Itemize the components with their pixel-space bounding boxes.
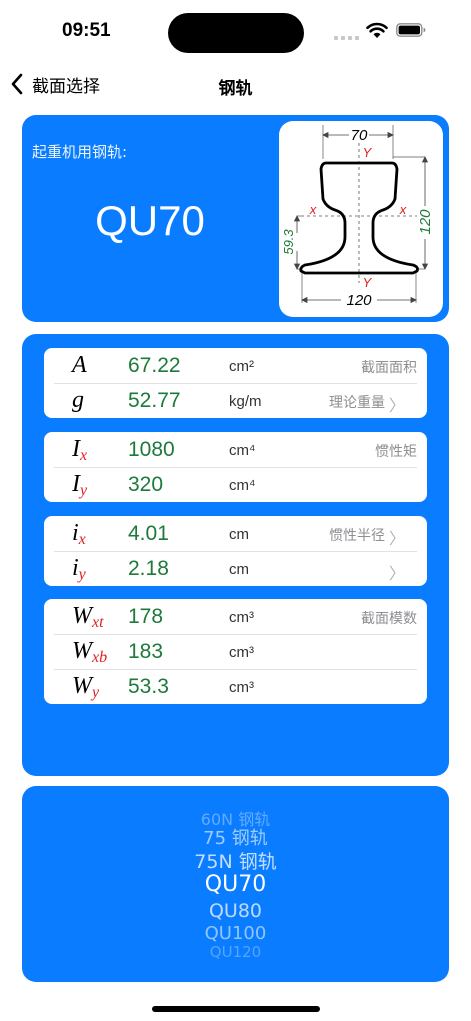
weight-row[interactable]: g 52.77 kg/m 理论重量 〉 [44,383,427,418]
battery-icon [396,23,426,37]
wy-unit: cm³ [229,679,254,696]
radius-of-gyration-group: ix 4.01 cm 惯性半径 〉 iy 2.18 cm 〉 [44,516,427,586]
cellular-signal-icon [334,34,362,40]
ix-unit: cm⁴ [229,442,256,459]
ix-row: Ix 1080 cm⁴ 惯性矩 [44,432,427,467]
wxb-value: 183 [128,640,164,663]
area-weight-group: A 67.22 cm² 截面面积 g 52.77 kg/m 理论重量 〉 [44,348,427,418]
chevron-right-icon: 〉 [388,529,405,548]
weight-unit: kg/m [229,393,262,410]
ix-value: 1080 [128,438,175,461]
weight-value: 52.77 [128,389,181,412]
iy-value: 320 [128,473,164,496]
ry-row[interactable]: iy 2.18 cm 〉 [44,551,427,586]
section-modulus-description: 截面模数 [361,611,417,627]
area-unit: cm² [229,358,254,375]
rail-section-diagram: 70 120 120 59.3 x x Y Y [279,121,443,317]
rx-unit: cm [229,526,249,543]
wxb-symbol: Wxb [72,638,108,666]
picker-option-selected[interactable]: QU70 [22,872,449,897]
area-row: A 67.22 cm² 截面面积 [44,348,427,383]
wy-row: Wy 53.3 cm³ [44,669,427,704]
moment-of-inertia-description: 惯性矩 [375,444,417,460]
rail-profile-drawing: 70 120 120 59.3 x x Y Y [281,125,434,309]
chevron-right-icon: 〉 [388,396,405,415]
iy-unit: cm⁴ [229,477,256,494]
section-modulus-group: Wxt 178 cm³ 截面模数 Wxb 183 cm³ Wy 53.3 cm³ [44,599,427,704]
wy-symbol: Wy [72,673,100,701]
section-header-panel: 起重机用钢轨: QU70 70 120 120 59.3 x x Y Y [22,115,449,322]
iy-symbol: Iy [72,471,88,499]
rx-row[interactable]: ix 4.01 cm 惯性半径 〉 [44,516,427,551]
picker-option[interactable]: 75N 钢轨 [22,847,449,874]
picker-option[interactable]: QU100 [22,923,449,944]
x-axis-right-label: x [399,202,407,217]
ry-symbol: iy [72,555,86,583]
area-value: 67.22 [128,354,181,377]
wifi-icon [366,22,388,38]
area-description: 截面面积 [361,360,417,376]
rail-category-label: 起重机用钢轨: [32,143,128,161]
moment-of-inertia-group: Ix 1080 cm⁴ 惯性矩 Iy 320 cm⁴ [44,432,427,502]
status-time: 09:51 [62,20,111,41]
ry-unit: cm [229,561,249,578]
top-width-label: 70 [351,127,368,144]
wxt-row: Wxt 178 cm³ 截面模数 [44,599,427,634]
rail-picker[interactable]: 60N 钢轨 75 钢轨 75N 钢轨 QU70 QU80 QU100 QU12… [22,786,449,982]
wy-value: 53.3 [128,675,169,698]
chevron-right-icon: 〉 [388,564,405,583]
weight-description: 理论重量 [329,395,385,411]
rail-name: QU70 [95,197,205,244]
ry-value: 2.18 [128,557,169,580]
home-indicator [152,1006,320,1012]
iy-row: Iy 320 cm⁴ [44,467,427,502]
area-symbol: A [72,352,87,378]
wxt-unit: cm³ [229,609,254,626]
weight-symbol: g [72,387,84,413]
properties-panel: A 67.22 cm² 截面面积 g 52.77 kg/m 理论重量 〉 Ix … [22,334,449,776]
radius-of-gyration-description: 惯性半径 [329,528,385,544]
rx-symbol: ix [72,520,86,548]
picker-option[interactable]: QU120 [22,943,449,961]
status-bar: 09:51 [0,0,471,60]
y-axis-top-label: Y [363,145,373,160]
wxt-value: 178 [128,605,164,628]
rx-value: 4.01 [128,522,169,545]
x-axis-left-label: x [309,202,317,217]
neutral-axis-height-label: 59.3 [281,229,296,255]
y-axis-bottom-label: Y [363,275,373,290]
bottom-width-label: 120 [346,292,372,309]
dynamic-island [168,13,304,53]
height-label: 120 [417,209,434,235]
picker-option[interactable]: QU80 [22,900,449,922]
page-title: 钢轨 [218,79,253,99]
ix-symbol: Ix [72,436,88,464]
wxb-row: Wxb 183 cm³ [44,634,427,669]
wxb-unit: cm³ [229,644,254,661]
wxt-symbol: Wxt [72,603,104,631]
navigation-bar: 截面选择 钢轨 [0,60,471,106]
